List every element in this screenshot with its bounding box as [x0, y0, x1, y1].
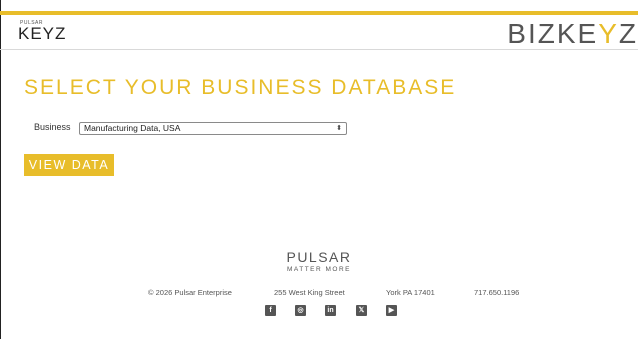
bizkeyz-logo[interactable]: BIZKEYZ [507, 19, 638, 49]
business-select[interactable]: Manufacturing Data, USA ⬍ [79, 122, 347, 135]
phone-number[interactable]: 717.650.1196 [474, 288, 519, 297]
pulsar-logo-text: PULSAR [286, 249, 352, 265]
street-address: 255 West King Street [274, 288, 345, 297]
business-select-value: Manufacturing Data, USA [84, 123, 181, 133]
keyz-logo[interactable]: PULSAR KEYZ [18, 20, 66, 42]
bizkeyz-logo-y: Y [598, 18, 619, 49]
bizkeyz-logo-pre: BIZKE [507, 18, 599, 49]
city-address: York PA 17401 [386, 288, 435, 297]
business-label: Business [34, 122, 71, 132]
select-chevron-icon: ⬍ [336, 125, 342, 132]
pulsar-footer-logo[interactable]: PULSAR MATTER MORE [0, 250, 638, 273]
instagram-icon[interactable]: ◎ [295, 305, 306, 316]
x-icon[interactable]: 𝕏 [356, 305, 367, 316]
site-header: PULSAR KEYZ BIZKEYZ [0, 15, 638, 50]
youtube-icon[interactable]: ▶ [386, 305, 397, 316]
logo-text: KEYZ [18, 24, 67, 43]
page-title: SELECT YOUR BUSINESS DATABASE [24, 76, 457, 99]
copyright-text: © 2026 Pulsar Enterprise [148, 288, 232, 297]
pulsar-tagline: MATTER MORE [286, 266, 352, 273]
facebook-icon[interactable]: f [265, 305, 276, 316]
bizkeyz-logo-post: Z [618, 18, 638, 49]
view-data-button[interactable]: VIEW DATA [24, 154, 114, 176]
linkedin-icon[interactable]: in [325, 305, 336, 316]
